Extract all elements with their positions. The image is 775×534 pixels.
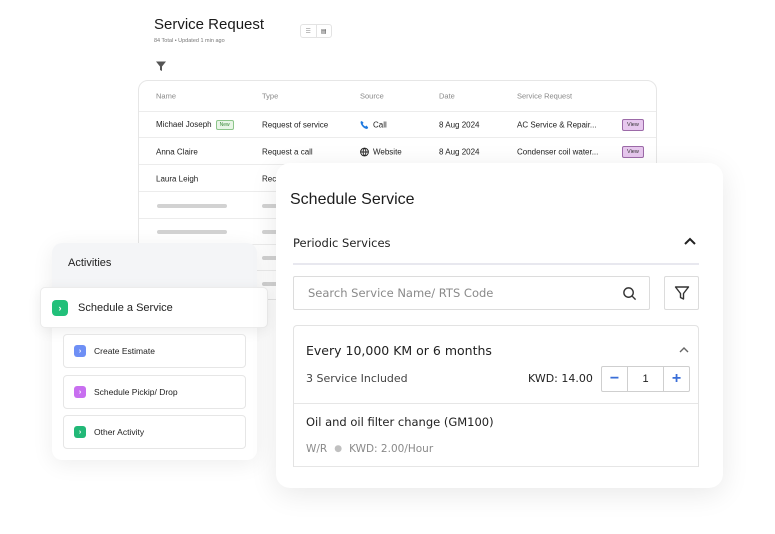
row-source-cell: Website	[360, 147, 402, 156]
activities-header: Activities	[52, 243, 257, 287]
activity-schedule-a-service[interactable]: › Schedule a Service	[40, 287, 268, 328]
chevron-right-icon: ›	[74, 345, 86, 357]
package-divider	[294, 466, 698, 467]
section-divider	[293, 263, 699, 265]
activity-label: Schedule Pickip/ Drop	[94, 387, 178, 397]
row-request: Condenser coil water...	[517, 147, 599, 156]
services-included: 3 Service Included	[306, 372, 408, 385]
package-divider	[294, 403, 698, 404]
view-button[interactable]: View	[622, 145, 644, 158]
activity-schedule-pickup-drop[interactable]: › Schedule Pickip/ Drop	[63, 375, 246, 409]
row-request: AC Service & Repair...	[517, 120, 597, 129]
filter-icon[interactable]	[155, 60, 167, 72]
service-request-subtitle: 84 Total • Updated 1 min ago	[154, 38, 225, 44]
schedule-service-title: Schedule Service	[290, 191, 415, 208]
activities-title: Activities	[68, 257, 112, 269]
package-price: KWD: 14.00	[528, 372, 593, 385]
package-title: Every 10,000 KM or 6 months	[306, 343, 492, 358]
search-input[interactable]	[308, 286, 622, 300]
column-header-name[interactable]: Name	[156, 92, 176, 101]
row-source-cell: Call	[360, 120, 387, 129]
skeleton-bar	[157, 230, 227, 234]
table-row[interactable]: Michael Joseph New Request of service Ca…	[139, 112, 656, 138]
service-package: Every 10,000 KM or 6 months 3 Service In…	[293, 325, 699, 467]
increment-button[interactable]: +	[664, 367, 689, 391]
activity-label: Create Estimate	[94, 346, 155, 356]
search-icon[interactable]	[622, 286, 637, 301]
row-name: Laura Leigh	[156, 174, 199, 183]
list-view-icon[interactable]: ☰	[301, 25, 316, 37]
column-header-type[interactable]: Type	[262, 92, 278, 101]
chevron-up-icon[interactable]	[678, 344, 690, 356]
activity-label: Schedule a Service	[78, 301, 173, 314]
column-header-service-request[interactable]: Service Request	[517, 92, 572, 101]
activity-label: Other Activity	[94, 427, 145, 437]
service-name: Oil and oil filter change (GM100)	[306, 415, 494, 429]
view-button[interactable]: View	[622, 118, 644, 131]
row-type: Request a call	[262, 147, 313, 156]
chevron-right-icon: ›	[74, 386, 86, 398]
service-rate: KWD: 2.00/Hour	[349, 443, 434, 455]
board-view-icon[interactable]: ▤	[315, 25, 332, 37]
activity-create-estimate[interactable]: › Create Estimate	[63, 334, 246, 368]
row-date: 8 Aug 2024	[439, 120, 480, 129]
filter-icon	[674, 286, 689, 300]
column-header-date[interactable]: Date	[439, 92, 455, 101]
service-request-title: Service Request	[154, 16, 265, 33]
row-source: Website	[373, 147, 402, 156]
row-name: Anna Claire	[156, 147, 198, 156]
globe-icon	[360, 147, 369, 156]
skeleton-bar	[157, 204, 227, 208]
activity-other-activity[interactable]: › Other Activity	[63, 415, 246, 449]
chevron-right-icon: ›	[52, 299, 68, 316]
row-type: Request of service	[262, 120, 329, 129]
new-badge: New	[215, 119, 234, 130]
row-name: Michael Joseph	[156, 120, 212, 129]
quantity-stepper[interactable]: − 1 +	[601, 366, 690, 392]
row-type: Rec	[262, 174, 277, 183]
chevron-up-icon[interactable]	[682, 233, 698, 249]
separator-dot: ●	[334, 444, 343, 454]
quantity-value[interactable]: 1	[627, 367, 664, 391]
service-meta: W/R ● KWD: 2.00/Hour	[306, 443, 433, 455]
phone-icon	[360, 120, 369, 129]
decrement-button[interactable]: −	[602, 367, 627, 391]
row-date: 8 Aug 2024	[439, 147, 480, 156]
schedule-service-card: Schedule Service Periodic Services Every…	[276, 163, 723, 488]
filter-button[interactable]	[664, 276, 699, 310]
row-source: Call	[373, 120, 387, 129]
table-header: Name Type Source Date Service Request	[139, 81, 656, 112]
search-field[interactable]	[293, 276, 650, 310]
row-name-cell: Michael Joseph New	[156, 119, 234, 130]
column-header-source[interactable]: Source	[360, 92, 384, 101]
chevron-right-icon: ›	[74, 426, 86, 438]
table-row[interactable]: Anna Claire Request a call Website 8 Aug…	[139, 139, 656, 165]
view-toggle[interactable]: ☰ ▤	[300, 24, 332, 38]
service-type: W/R	[306, 443, 328, 455]
periodic-services-heading[interactable]: Periodic Services	[293, 236, 391, 250]
